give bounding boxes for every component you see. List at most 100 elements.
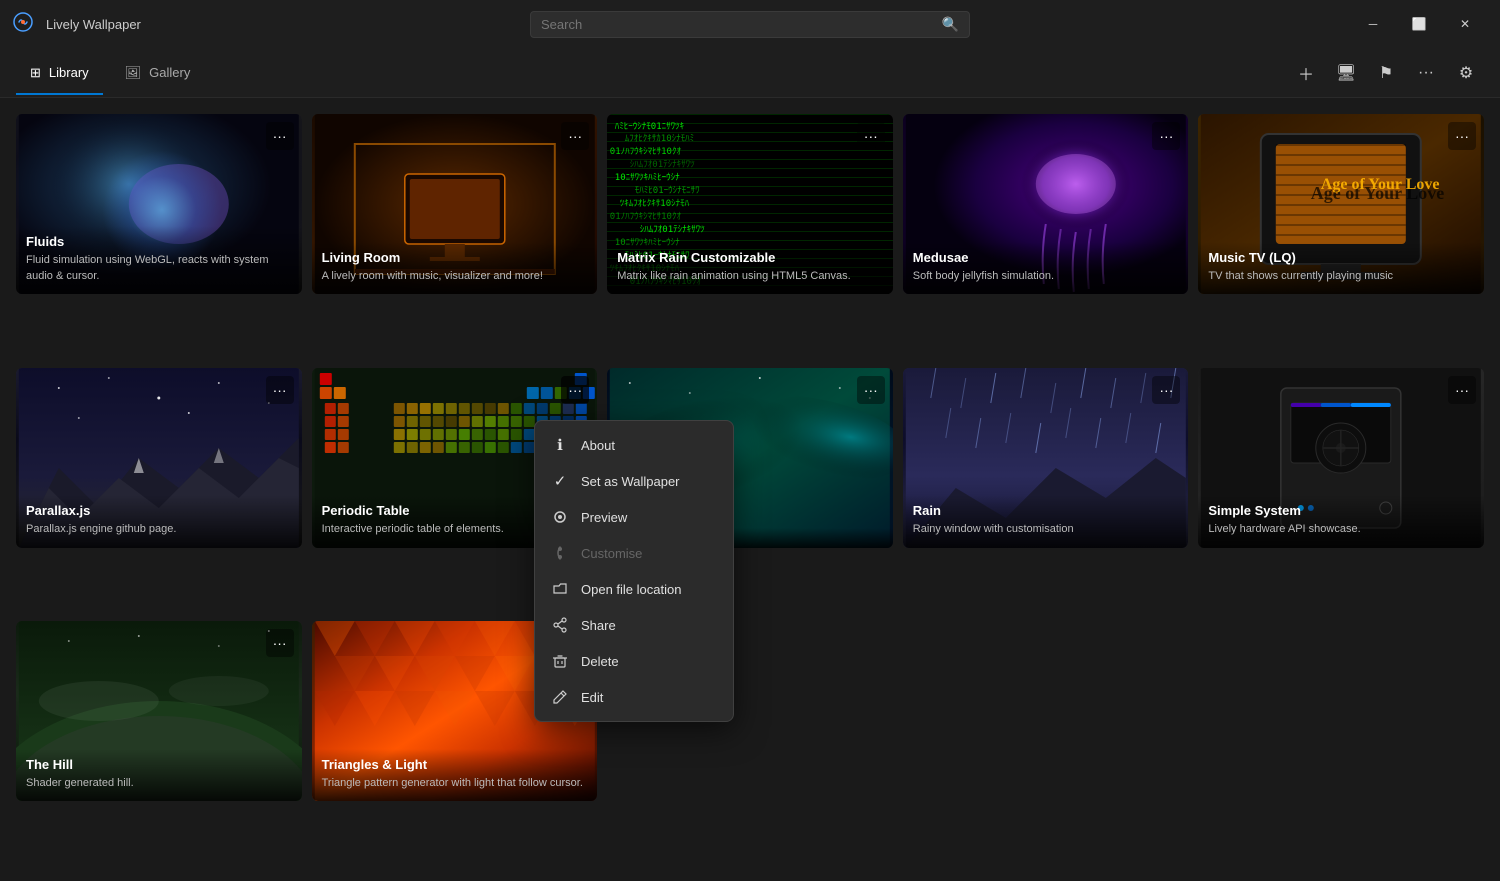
tab-library-label: Library — [49, 65, 89, 80]
svg-text:10ﾆｻﾜﾂｷﾊﾐﾋｰｳｼﾅ: 10ﾆｻﾜﾂｷﾊﾐﾋｰｳｼﾅ — [615, 172, 680, 183]
nav-tabs: ⊞ Library 🖼 Gallery — [16, 59, 204, 87]
card-hill-menu[interactable]: ··· — [266, 629, 294, 657]
card-fluids[interactable]: Fluids Fluid simulation using WebGL, rea… — [16, 114, 302, 294]
delete-icon — [551, 652, 569, 670]
context-menu-about-label: About — [581, 438, 615, 453]
close-button[interactable]: ✕ — [1442, 8, 1488, 40]
card-musictv-title: Music TV (LQ) — [1208, 250, 1474, 267]
context-menu-customise: Customise — [535, 535, 733, 571]
share-icon — [551, 616, 569, 634]
card-rain-overlay: Rain Rainy window with customisation — [903, 495, 1189, 547]
card-triangles-overlay: Triangles & Light Triangle pattern gener… — [312, 749, 598, 801]
context-menu: ℹ About ✓ Set as Wallpaper Preview Custo… — [534, 420, 734, 722]
context-menu-delete-label: Delete — [581, 654, 619, 669]
context-menu-open-file[interactable]: Open file location — [535, 571, 733, 607]
context-menu-about[interactable]: ℹ About — [535, 427, 733, 463]
card-living-desc: A lively room with music, visualizer and… — [322, 269, 588, 284]
monitor-button[interactable]: 🖥 — [1328, 55, 1364, 91]
card-simple-title: Simple System — [1208, 503, 1474, 520]
edit-icon — [551, 688, 569, 706]
card-parallax[interactable]: Parallax.js Parallax.js engine github pa… — [16, 368, 302, 548]
context-menu-open-file-label: Open file location — [581, 582, 681, 597]
card-rain-desc: Rainy window with customisation — [913, 522, 1179, 537]
card-rain-menu[interactable]: ··· — [1152, 376, 1180, 404]
preview-icon — [551, 508, 569, 526]
tab-gallery[interactable]: 🖼 Gallery — [111, 59, 205, 87]
context-menu-preview-label: Preview — [581, 510, 627, 525]
card-fluids-desc: Fluid simulation using WebGL, reacts wit… — [26, 253, 292, 284]
card-medusae-desc: Soft body jellyfish simulation. — [913, 269, 1179, 284]
card-triangles-desc: Triangle pattern generator with light th… — [322, 776, 588, 791]
checkmark-icon: ✓ — [551, 472, 569, 490]
card-matrix[interactable]: ﾊﾐﾋｰｳｼﾅﾓ01ﾆｻﾜﾂｷ ﾑﾌｵﾋｸｷｻｶ10ｼﾅﾓﾊﾐ 01ﾉﾊﾌｳｷｼ… — [607, 114, 893, 294]
svg-text:ｼﾊﾑﾌｵ01ﾃｼﾅｷｻﾜﾂ: ｼﾊﾑﾌｵ01ﾃｼﾅｷｻﾜﾂ — [630, 159, 695, 170]
svg-text:ﾑﾌｵﾋｸｷｻｶ10ｼﾅﾓﾊﾐ: ﾑﾌｵﾋｸｷｻｶ10ｼﾅﾓﾊﾐ — [625, 133, 694, 144]
card-matrix-menu[interactable]: ··· — [857, 122, 885, 150]
svg-text:ﾓﾊﾐﾋ01ｰｳｼﾅﾓﾆｻﾜ: ﾓﾊﾐﾋ01ｰｳｼﾅﾓﾆｻﾜ — [635, 185, 700, 196]
card-musictv-overlay: Music TV (LQ) TV that shows currently pl… — [1198, 242, 1484, 294]
card-medusae-overlay: Medusae Soft body jellyfish simulation. — [903, 242, 1189, 294]
tab-gallery-label: Gallery — [149, 65, 190, 80]
card-triangles-title: Triangles & Light — [322, 757, 588, 774]
card-parallax-desc: Parallax.js engine github page. — [26, 522, 292, 537]
context-menu-share-label: Share — [581, 618, 616, 633]
card-matrix-desc: Matrix like rain animation using HTML5 C… — [617, 269, 883, 284]
card-medusae-title: Medusae — [913, 250, 1179, 267]
card-hill-desc: Shader generated hill. — [26, 776, 292, 791]
card-musictv-menu[interactable]: ··· — [1448, 122, 1476, 150]
gallery-icon: 🖼 — [125, 65, 142, 81]
context-menu-set-wallpaper-label: Set as Wallpaper — [581, 474, 680, 489]
card-living[interactable]: Living Room A lively room with music, vi… — [312, 114, 598, 294]
card-fluids-overlay: Fluids Fluid simulation using WebGL, rea… — [16, 226, 302, 294]
nav-actions: ＋ 🖥 ⚑ ··· ⚙ — [1288, 55, 1484, 91]
context-menu-customise-label: Customise — [581, 546, 642, 561]
search-input[interactable] — [541, 17, 942, 32]
minimize-button[interactable]: ─ — [1350, 8, 1396, 40]
context-menu-preview[interactable]: Preview — [535, 499, 733, 535]
card-simple-menu[interactable]: ··· — [1448, 376, 1476, 404]
tab-library[interactable]: ⊞ Library — [16, 59, 103, 87]
card-living-menu[interactable]: ··· — [561, 122, 589, 150]
restore-button[interactable]: ⬜ — [1396, 8, 1442, 40]
about-icon: ℹ — [551, 436, 569, 454]
flag-button[interactable]: ⚑ — [1368, 55, 1404, 91]
nav-bar: ⊞ Library 🖼 Gallery ＋ 🖥 ⚑ ··· ⚙ — [0, 48, 1500, 98]
card-periodic-menu[interactable]: ··· — [561, 376, 589, 404]
card-fluids-menu[interactable]: ··· — [266, 122, 294, 150]
settings-button[interactable]: ⚙ — [1448, 55, 1484, 91]
card-simple[interactable]: Simple System Lively hardware API showca… — [1198, 368, 1484, 548]
app-logo — [12, 11, 34, 38]
card-hill-overlay: The Hill Shader generated hill. — [16, 749, 302, 801]
customise-icon — [551, 544, 569, 562]
search-bar[interactable]: 🔍 — [530, 11, 970, 38]
card-musictv-desc: TV that shows currently playing music — [1208, 269, 1474, 284]
card-musictv[interactable]: Age of Your Love Age of Your Love Music … — [1198, 114, 1484, 294]
card-matrix-title: Matrix Rain Customizable — [617, 250, 883, 267]
svg-text:ｼﾊﾑﾌｵ01ﾃｼﾅｷｻﾜﾂ: ｼﾊﾑﾌｵ01ﾃｼﾅｷｻﾜﾂ — [640, 224, 705, 235]
app-title: Lively Wallpaper — [46, 17, 141, 32]
card-parallax-title: Parallax.js — [26, 503, 292, 520]
card-simple-overlay: Simple System Lively hardware API showca… — [1198, 495, 1484, 547]
card-northern-menu[interactable]: ··· — [857, 376, 885, 404]
title-bar-controls: ─ ⬜ ✕ — [1350, 8, 1488, 40]
wallpaper-grid: Fluids Fluid simulation using WebGL, rea… — [0, 98, 1500, 881]
card-simple-desc: Lively hardware API showcase. — [1208, 522, 1474, 537]
context-menu-edit-label: Edit — [581, 690, 603, 705]
context-menu-set-wallpaper[interactable]: ✓ Set as Wallpaper — [535, 463, 733, 499]
search-icon[interactable]: 🔍 — [942, 16, 959, 33]
svg-text:Age of Your Love: Age of Your Love — [1321, 176, 1440, 193]
context-menu-edit[interactable]: Edit — [535, 679, 733, 715]
more-button[interactable]: ··· — [1408, 55, 1444, 91]
card-living-overlay: Living Room A lively room with music, vi… — [312, 242, 598, 294]
context-menu-delete[interactable]: Delete — [535, 643, 733, 679]
card-hill-title: The Hill — [26, 757, 292, 774]
library-icon: ⊞ — [30, 65, 41, 81]
add-button[interactable]: ＋ — [1288, 55, 1324, 91]
card-parallax-menu[interactable]: ··· — [266, 376, 294, 404]
card-living-title: Living Room — [322, 250, 588, 267]
card-rain[interactable]: Rain Rainy window with customisation ··· — [903, 368, 1189, 548]
card-hill[interactable]: The Hill Shader generated hill. ··· — [16, 621, 302, 801]
context-menu-share[interactable]: Share — [535, 607, 733, 643]
card-medusae[interactable]: Medusae Soft body jellyfish simulation. … — [903, 114, 1189, 294]
card-medusae-menu[interactable]: ··· — [1152, 122, 1180, 150]
